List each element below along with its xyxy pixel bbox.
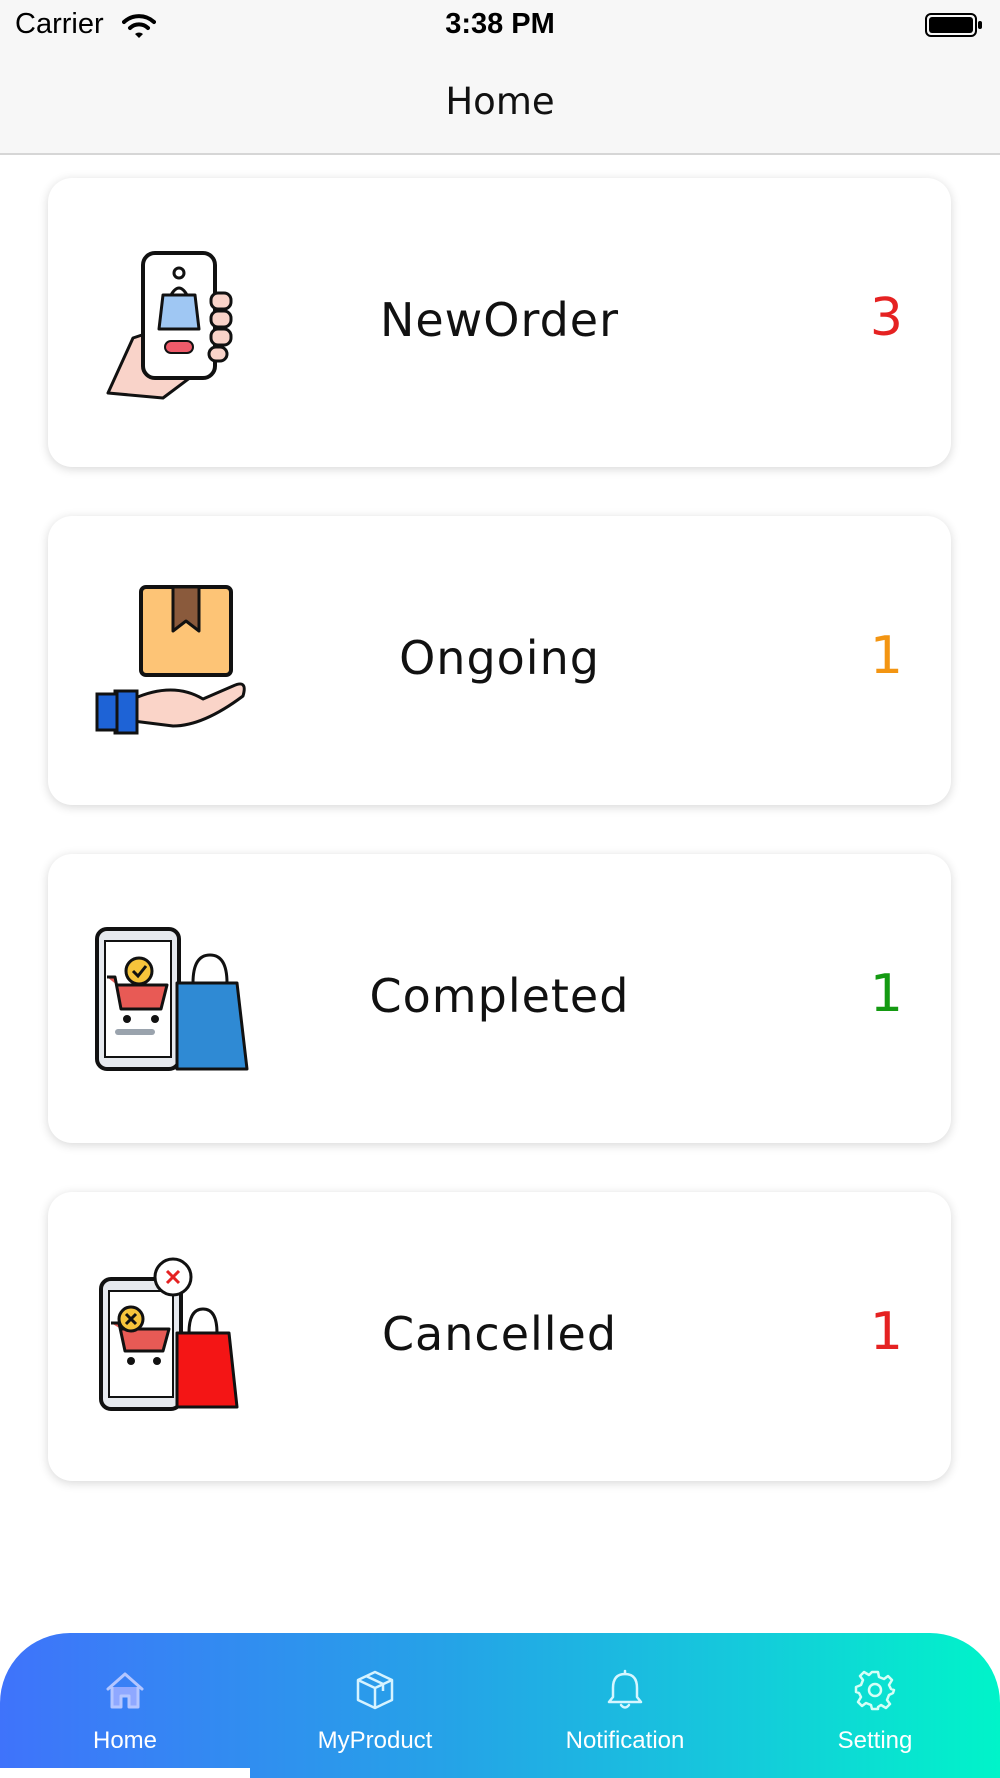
page-title: Home xyxy=(445,80,555,123)
tab-myproduct[interactable]: MyProduct xyxy=(250,1633,500,1778)
card-label-new-order: NewOrder xyxy=(379,293,620,347)
status-bar: Carrier 3:38 PM xyxy=(0,0,1000,52)
completed-count: 1 xyxy=(869,964,903,1024)
tab-home-label: Home xyxy=(92,1727,158,1754)
card-label-cancelled: Cancelled xyxy=(381,1307,618,1361)
home-icon xyxy=(106,1672,144,1709)
bell-icon xyxy=(607,1669,643,1709)
order-card-ongoing[interactable]: Ongoing 1 xyxy=(48,516,951,805)
gear-icon xyxy=(854,1670,896,1711)
status-time: 3:38 PM xyxy=(445,8,555,40)
tab-notification-label: Notification xyxy=(565,1727,685,1754)
battery-icon xyxy=(925,13,982,37)
new-order-count: 3 xyxy=(869,288,903,348)
navigation-bar: Home xyxy=(0,52,1000,155)
cancelled-count: 1 xyxy=(869,1302,903,1362)
card-label-ongoing: Ongoing xyxy=(399,631,600,685)
tab-notification[interactable]: Notification xyxy=(500,1633,750,1778)
tab-home[interactable]: Home xyxy=(0,1633,250,1778)
order-card-completed[interactable]: Completed 1 xyxy=(48,854,951,1143)
bottom-tab-bar: Home MyProduct Notification Setting xyxy=(0,1633,1000,1778)
ongoing-count: 1 xyxy=(869,626,903,686)
order-card-cancelled[interactable]: Cancelled 1 xyxy=(48,1192,951,1481)
tab-setting[interactable]: Setting xyxy=(750,1633,1000,1778)
card-label-completed: Completed xyxy=(369,969,630,1023)
tab-myproduct-label: MyProduct xyxy=(317,1727,433,1754)
tab-setting-label: Setting xyxy=(837,1727,913,1754)
order-card-new[interactable]: NewOrder 3 xyxy=(48,178,951,467)
active-tab-indicator xyxy=(0,1768,250,1778)
box-icon xyxy=(356,1670,394,1710)
